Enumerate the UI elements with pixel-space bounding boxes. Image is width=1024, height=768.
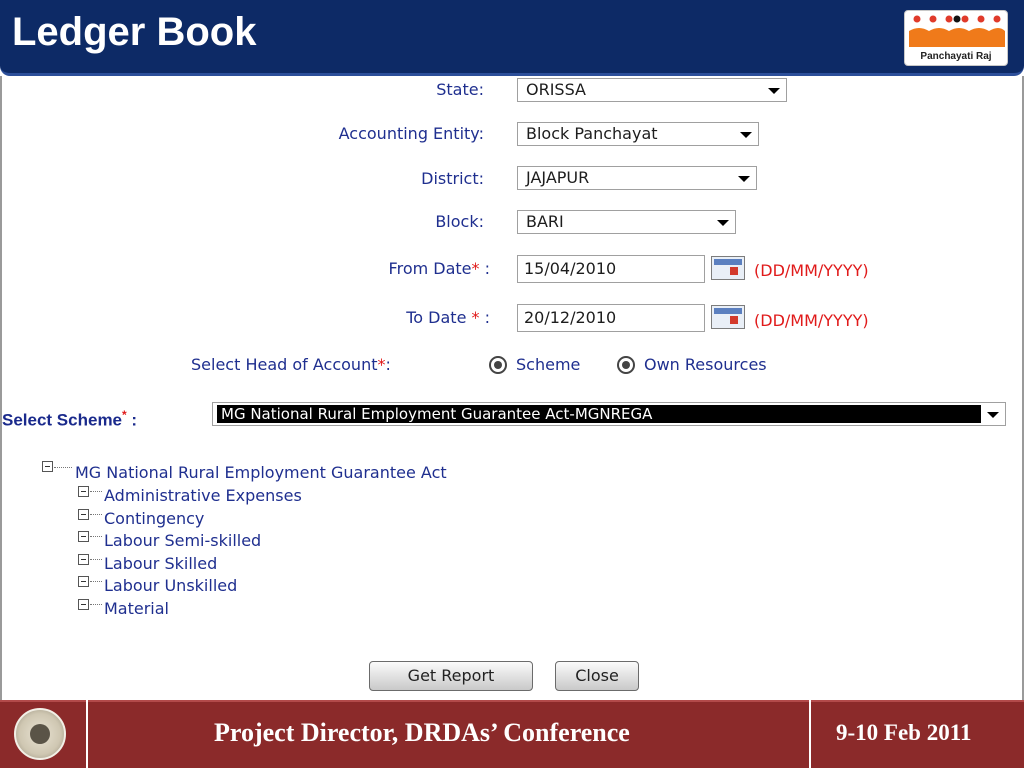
tree-collapse-icon[interactable] <box>42 461 53 472</box>
accounting-entity-select[interactable]: Block Panchayat <box>517 122 759 146</box>
own-resources-radio-label[interactable]: Own Resources <box>644 355 767 374</box>
panchayati-raj-logo-icon <box>909 15 1005 47</box>
district-label: District: <box>421 169 484 188</box>
to-date-format-hint: (DD/MM/YYYY) <box>754 311 869 330</box>
select-scheme-label-colon: : <box>131 410 138 430</box>
footer-divider <box>86 700 88 768</box>
tree-collapse-icon[interactable] <box>78 531 89 542</box>
chevron-down-icon <box>717 220 729 226</box>
tree-node-labour-skilled[interactable]: Labour Skilled <box>104 554 217 573</box>
footer-date: 9-10 Feb 2011 <box>836 720 972 745</box>
tree-node-labour-unskilled[interactable]: Labour Unskilled <box>104 576 237 595</box>
page-title: Ledger Book <box>12 10 257 54</box>
to-date-label-text: To Date <box>406 308 467 327</box>
head-of-account-label-text: Select Head of Account <box>191 355 378 374</box>
tree-connector <box>90 536 102 537</box>
tree-collapse-icon[interactable] <box>78 599 89 610</box>
logo-text: Panchayati Raj <box>920 51 992 62</box>
scheme-radio-label[interactable]: Scheme <box>516 355 580 374</box>
select-scheme-label: Select Scheme* : <box>2 408 137 431</box>
state-label: State: <box>436 80 484 99</box>
head-of-account-label: Select Head of Account*: <box>191 355 391 374</box>
tree-collapse-icon[interactable] <box>78 554 89 565</box>
scheme-radio[interactable] <box>489 356 507 374</box>
scheme-select[interactable]: MG National Rural Employment Guarantee A… <box>212 402 1006 426</box>
footer-divider <box>809 700 811 768</box>
district-select-value: JAJAPUR <box>526 168 590 187</box>
required-asterisk: * <box>471 259 480 278</box>
calendar-icon[interactable] <box>711 256 745 280</box>
accounting-entity-label: Accounting Entity: <box>338 124 484 143</box>
from-date-input[interactable]: 15/04/2010 <box>517 255 705 283</box>
from-date-label: From Date* : <box>389 259 490 278</box>
tree-collapse-icon[interactable] <box>78 576 89 587</box>
chevron-down-icon <box>768 88 780 94</box>
close-button[interactable]: Close <box>555 661 639 691</box>
tree-connector <box>90 491 102 492</box>
to-date-label: To Date * : <box>406 308 490 327</box>
panchayati-raj-logo: Panchayati Raj <box>904 10 1008 66</box>
block-label: Block: <box>435 212 484 231</box>
from-date-format-hint: (DD/MM/YYYY) <box>754 261 869 280</box>
chevron-down-icon <box>740 132 752 138</box>
block-select[interactable]: BARI <box>517 210 736 234</box>
block-select-value: BARI <box>526 212 564 231</box>
tree-connector <box>90 559 102 560</box>
tree-node-administrative-expenses[interactable]: Administrative Expenses <box>104 486 302 505</box>
to-date-input[interactable]: 20/12/2010 <box>517 304 705 332</box>
tree-connector <box>90 581 102 582</box>
tree-node-material[interactable]: Material <box>104 599 169 618</box>
tree-connector <box>90 604 102 605</box>
to-date-label-colon: : <box>484 308 490 327</box>
chevron-down-icon <box>987 412 999 418</box>
district-select[interactable]: JAJAPUR <box>517 166 757 190</box>
scheme-select-value: MG National Rural Employment Guarantee A… <box>217 405 981 423</box>
from-date-label-colon: : <box>484 259 490 278</box>
tree-root-node[interactable]: MG National Rural Employment Guarantee A… <box>75 463 447 482</box>
tree-node-labour-semi-skilled[interactable]: Labour Semi-skilled <box>104 531 261 550</box>
get-report-button[interactable]: Get Report <box>369 661 533 691</box>
slide-header: Ledger Book Panchayati Raj <box>0 0 1024 76</box>
tree-connector <box>54 467 72 468</box>
select-scheme-label-text: Select Scheme <box>2 410 123 430</box>
accounting-entity-select-value: Block Panchayat <box>526 124 658 143</box>
tree-node-contingency[interactable]: Contingency <box>104 509 204 528</box>
tree-connector <box>90 514 102 515</box>
from-date-label-text: From Date <box>388 259 472 278</box>
state-select[interactable]: ORISSA <box>517 78 787 102</box>
state-select-value: ORISSA <box>526 80 586 99</box>
chevron-down-icon <box>738 176 750 182</box>
calendar-icon[interactable] <box>711 305 745 329</box>
required-asterisk: * <box>122 408 127 422</box>
own-resources-radio[interactable] <box>617 356 635 374</box>
head-of-account-label-colon: : <box>385 355 391 374</box>
state-emblem-icon <box>14 708 66 760</box>
required-asterisk: * <box>471 308 480 327</box>
tree-collapse-icon[interactable] <box>78 486 89 497</box>
footer-conference-title: Project Director, DRDAs’ Conference <box>214 718 630 747</box>
tree-collapse-icon[interactable] <box>78 509 89 520</box>
frame-left-border <box>0 76 2 700</box>
